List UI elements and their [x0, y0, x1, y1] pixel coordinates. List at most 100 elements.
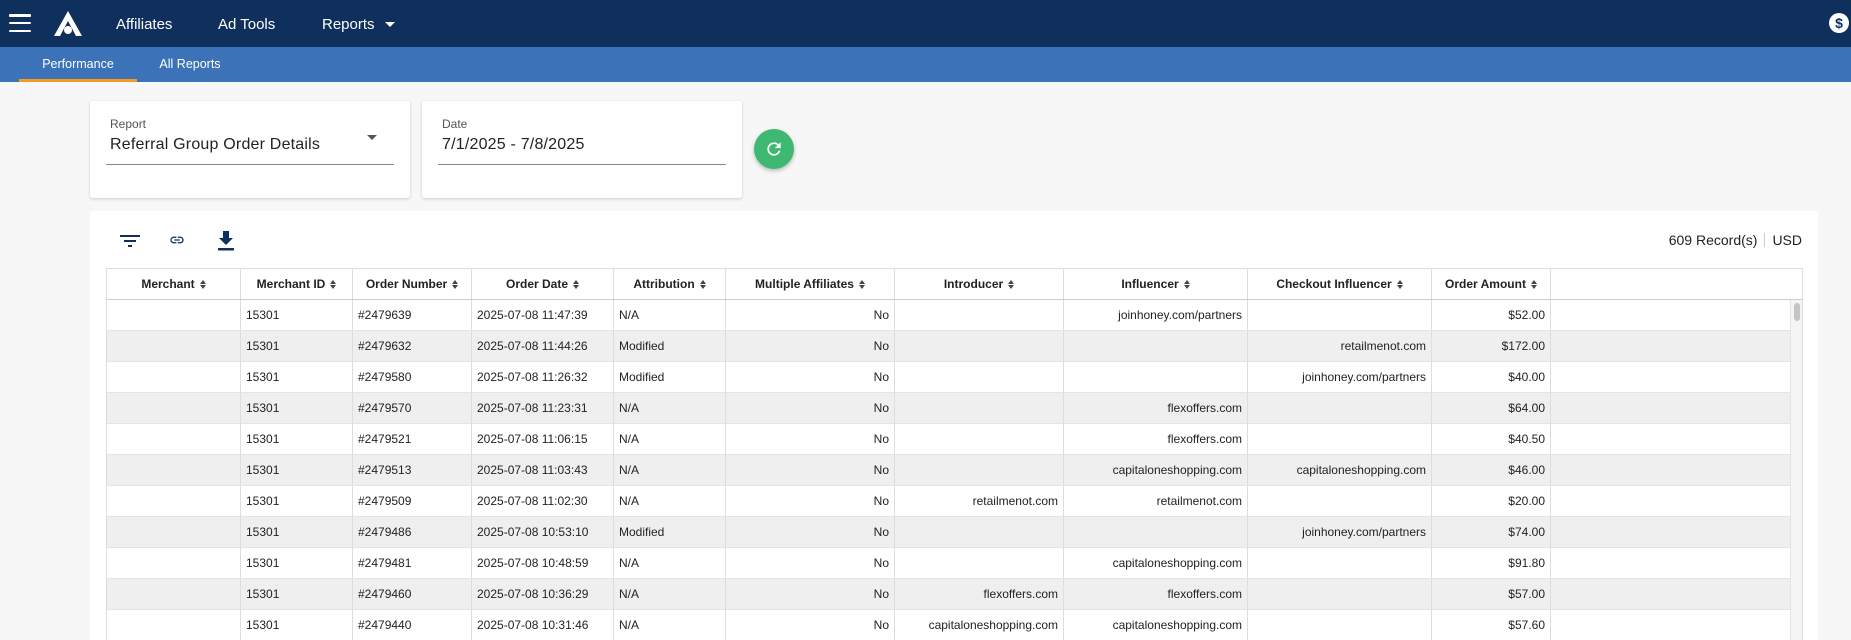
column-header-order-amount[interactable]: Order Amount — [1432, 269, 1551, 299]
cell-order-amount: $46.00 — [1432, 455, 1551, 485]
column-header-order-date[interactable]: Order Date — [472, 269, 614, 299]
tab-performance[interactable]: Performance — [19, 47, 137, 82]
date-underline — [438, 164, 726, 165]
column-header-label: Multiple Affiliates — [755, 277, 854, 291]
cell-order-date: 2025-07-08 11:44:26 — [472, 331, 614, 361]
sort-icon[interactable] — [700, 280, 706, 289]
column-header-label: Attribution — [633, 277, 695, 291]
refresh-button[interactable] — [754, 129, 794, 169]
cell-order-number: #2479440 — [353, 610, 472, 640]
divider — [1764, 233, 1766, 247]
cell-merchant — [107, 548, 241, 578]
column-header-label: Influencer — [1121, 277, 1179, 291]
sort-icon[interactable] — [1531, 280, 1537, 289]
report-dropdown-icon[interactable] — [367, 135, 377, 140]
column-header-order-number[interactable]: Order Number — [353, 269, 472, 299]
cell-attribution: N/A — [614, 486, 726, 516]
cell-introducer: capitaloneshopping.com — [895, 610, 1064, 640]
sort-icon[interactable] — [859, 280, 865, 289]
download-icon[interactable] — [217, 231, 235, 251]
column-header-introducer[interactable]: Introducer — [895, 269, 1064, 299]
table-row[interactable]: 15301 #2479632 2025-07-08 11:44:26 Modified… — [107, 331, 1802, 362]
cell-order-number: #2479460 — [353, 579, 472, 609]
cell-order-date: 2025-07-08 10:36:29 — [472, 579, 614, 609]
table-row[interactable]: 15301 #2479580 2025-07-08 11:26:32 Modified… — [107, 362, 1802, 393]
cell-multiple-affiliates: No — [726, 548, 895, 578]
table-row[interactable]: 15301 #2479570 2025-07-08 11:23:31 N/A No fle… — [107, 393, 1802, 424]
table-row[interactable]: 15301 #2479460 2025-07-08 10:36:29 N/A No fle… — [107, 579, 1802, 610]
filter-icon[interactable] — [120, 233, 140, 249]
cell-attribution: N/A — [614, 424, 726, 454]
row-spacer — [1551, 300, 1802, 330]
currency-dollar-icon[interactable]: $ — [1829, 13, 1849, 33]
link-icon[interactable] — [166, 232, 188, 248]
tab-all-reports[interactable]: All Reports — [150, 47, 230, 82]
cell-attribution: N/A — [614, 610, 726, 640]
column-header-merchant-id[interactable]: Merchant ID — [241, 269, 353, 299]
cell-merchant-id: 15301 — [241, 300, 353, 330]
report-selector-card: Report Referral Group Order Details — [90, 101, 410, 198]
sort-icon[interactable] — [452, 280, 458, 289]
cell-introducer — [895, 300, 1064, 330]
column-header-label: Order Amount — [1445, 277, 1526, 291]
cell-merchant — [107, 362, 241, 392]
cell-order-date: 2025-07-08 11:26:32 — [472, 362, 614, 392]
cell-multiple-affiliates: No — [726, 362, 895, 392]
refresh-icon — [767, 142, 781, 156]
cell-checkout-influencer — [1248, 548, 1432, 578]
column-header-spacer — [1551, 269, 1802, 299]
table-row[interactable]: 15301 #2479486 2025-07-08 10:53:10 Modified… — [107, 517, 1802, 548]
cell-merchant-id: 15301 — [241, 424, 353, 454]
table-row[interactable]: 15301 #2479509 2025-07-08 11:02:30 N/A No ret… — [107, 486, 1802, 517]
sort-icon[interactable] — [1008, 280, 1014, 289]
column-header-checkout-influencer[interactable]: Checkout Influencer — [1248, 269, 1432, 299]
table-row[interactable]: 15301 #2479513 2025-07-08 11:03:43 N/A No cap… — [107, 455, 1802, 486]
column-header-influencer[interactable]: Influencer — [1064, 269, 1248, 299]
cell-attribution: N/A — [614, 455, 726, 485]
report-field-label: Report — [110, 117, 147, 131]
report-select[interactable]: Referral Group Order Details — [110, 136, 320, 154]
scrollbar-thumb[interactable] — [1794, 303, 1800, 321]
cell-merchant-id: 15301 — [241, 393, 353, 423]
table-row[interactable]: 15301 #2479521 2025-07-08 11:06:15 N/A No fle… — [107, 424, 1802, 455]
cell-multiple-affiliates: No — [726, 300, 895, 330]
cell-checkout-influencer — [1248, 579, 1432, 609]
column-header-attribution[interactable]: Attribution — [614, 269, 726, 299]
brand-logo-icon[interactable] — [53, 10, 83, 37]
cell-merchant — [107, 300, 241, 330]
cell-introducer — [895, 331, 1064, 361]
cell-multiple-affiliates: No — [726, 331, 895, 361]
sort-icon[interactable] — [573, 280, 579, 289]
column-header-multiple-affiliates[interactable]: Multiple Affiliates — [726, 269, 895, 299]
report-table-panel: 609 Record(s) USD Merchant Merchant ID Orde… — [90, 211, 1818, 640]
nav-affiliates[interactable]: Affiliates — [116, 0, 172, 47]
nav-reports[interactable]: Reports — [322, 0, 375, 47]
sort-icon[interactable] — [1397, 280, 1403, 289]
date-range-input[interactable]: 7/1/2025 - 7/8/2025 — [442, 136, 585, 154]
table-row[interactable]: 15301 #2479440 2025-07-08 10:31:46 N/A No cap… — [107, 610, 1802, 640]
cell-checkout-influencer — [1248, 300, 1432, 330]
table-header-row: Merchant Merchant ID Order Number Order Dat… — [107, 269, 1802, 300]
row-spacer — [1551, 455, 1802, 485]
cell-order-amount: $20.00 — [1432, 486, 1551, 516]
cell-multiple-affiliates: No — [726, 455, 895, 485]
sort-icon[interactable] — [330, 280, 336, 289]
sort-icon[interactable] — [1184, 280, 1190, 289]
cell-attribution: N/A — [614, 300, 726, 330]
nav-ad-tools[interactable]: Ad Tools — [218, 0, 275, 47]
cell-order-date: 2025-07-08 10:31:46 — [472, 610, 614, 640]
cell-influencer: capitaloneshopping.com — [1064, 610, 1248, 640]
cell-order-number: #2479639 — [353, 300, 472, 330]
cell-attribution: Modified — [614, 517, 726, 547]
table-row[interactable]: 15301 #2479639 2025-07-08 11:47:39 N/A No joi… — [107, 300, 1802, 331]
sort-icon[interactable] — [200, 280, 206, 289]
menu-icon[interactable] — [9, 14, 31, 32]
reports-caret-icon[interactable] — [385, 22, 395, 27]
vertical-scrollbar[interactable] — [1790, 300, 1802, 640]
column-header-merchant[interactable]: Merchant — [107, 269, 241, 299]
column-header-label: Introducer — [943, 277, 1004, 291]
cell-multiple-affiliates: No — [726, 393, 895, 423]
table-row[interactable]: 15301 #2479481 2025-07-08 10:48:59 N/A No cap… — [107, 548, 1802, 579]
cell-influencer: flexoffers.com — [1064, 424, 1248, 454]
cell-order-date: 2025-07-08 11:03:43 — [472, 455, 614, 485]
